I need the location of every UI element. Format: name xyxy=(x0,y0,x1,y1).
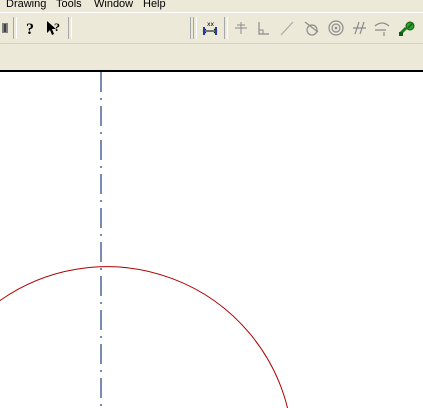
empty-toolbar-row xyxy=(0,43,423,70)
toolbar: ? ? xx xyxy=(0,12,423,43)
svg-text:xx: xx xyxy=(207,21,215,28)
toolbar-separator xyxy=(68,17,72,39)
toolbar-separator xyxy=(193,17,197,39)
menu-tools[interactable]: Tools xyxy=(56,0,82,10)
parallel-constraint-icon[interactable] xyxy=(349,18,369,38)
cross-constraint-icon[interactable] xyxy=(231,18,251,38)
svg-text:?: ? xyxy=(54,20,60,34)
drawing-canvas[interactable] xyxy=(0,70,423,408)
circle-arc[interactable] xyxy=(0,266,288,408)
menu-help[interactable]: Help xyxy=(143,0,166,10)
whats-this-help-icon[interactable]: ? xyxy=(44,18,64,38)
concentric-constraint-icon[interactable] xyxy=(326,18,346,38)
help-icon[interactable]: ? xyxy=(21,18,41,38)
toolbar-separator xyxy=(224,17,228,39)
dimension-icon[interactable]: xx xyxy=(200,18,220,38)
menu-window[interactable]: Window xyxy=(94,0,133,10)
line-constraint-icon[interactable] xyxy=(277,18,297,38)
arc-constraint-icon[interactable] xyxy=(372,18,392,38)
toolbar-separator xyxy=(13,17,17,39)
drawing-area xyxy=(0,72,288,408)
menu-bar: Drawing Tools Window Help xyxy=(0,0,423,12)
tangent-constraint-icon[interactable] xyxy=(302,18,322,38)
svg-text:?: ? xyxy=(26,21,34,38)
perpendicular-constraint-icon[interactable] xyxy=(253,18,273,38)
green-link-icon[interactable] xyxy=(397,18,417,38)
menu-drawing[interactable]: Drawing xyxy=(6,0,46,10)
scroll-arrow-icon[interactable] xyxy=(0,18,12,38)
